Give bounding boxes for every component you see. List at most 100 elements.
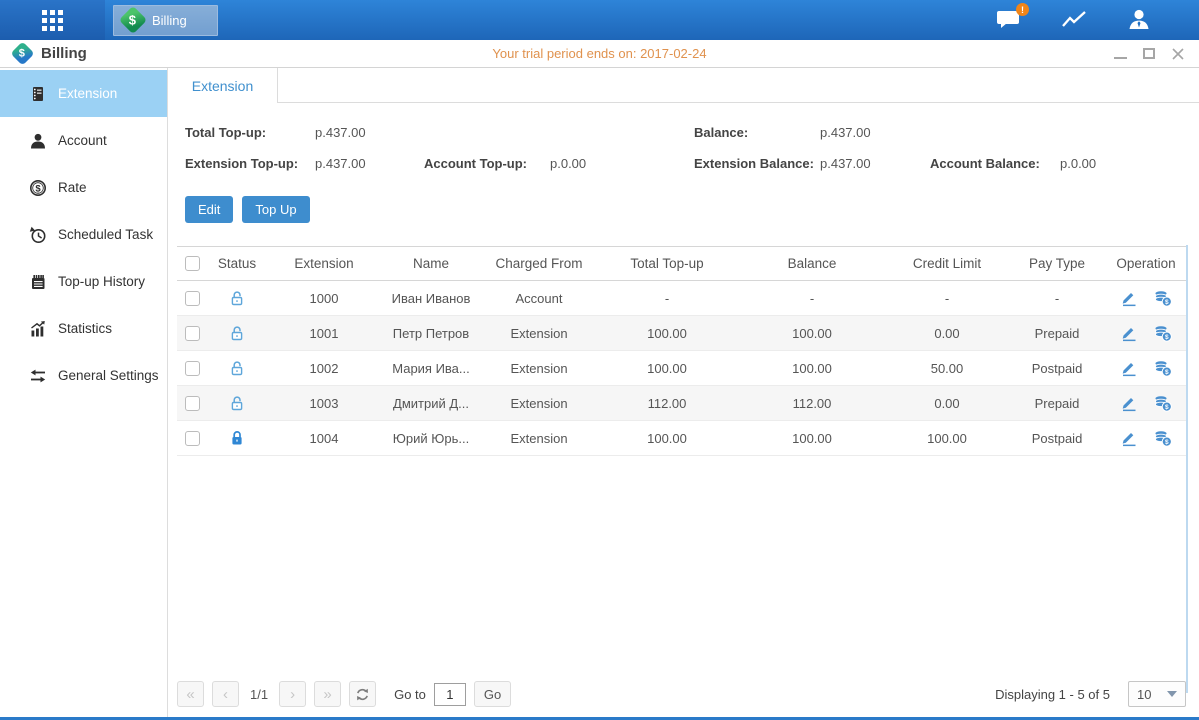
chevron-down-icon	[1167, 691, 1177, 697]
row-checkbox[interactable]	[185, 431, 200, 446]
cell-balance: 100.00	[737, 431, 887, 446]
account-balance-value: p.0.00	[1060, 156, 1096, 171]
taskbar-billing-tab[interactable]: $ Billing	[113, 5, 218, 36]
billing-app-screen: $ Billing !	[0, 0, 1199, 720]
svg-text:$: $	[1164, 299, 1168, 306]
cell-extension: 1001	[267, 326, 381, 341]
balance-value: p.437.00	[820, 125, 871, 140]
cell-balance: 112.00	[737, 396, 887, 411]
cell-credit-limit: 100.00	[887, 431, 1007, 446]
next-page-button[interactable]: ›	[279, 681, 306, 707]
account-topup-value: p.0.00	[550, 156, 586, 171]
minimize-button[interactable]	[1113, 47, 1127, 61]
refresh-icon	[355, 687, 370, 702]
status-lock-icon[interactable]	[229, 430, 245, 447]
svg-text:$: $	[1164, 404, 1168, 411]
sidebar: Extension Account $ Rate	[0, 68, 168, 717]
first-page-button[interactable]: «	[177, 681, 204, 707]
topup-icon[interactable]: $	[1153, 360, 1173, 377]
row-checkbox[interactable]	[185, 361, 200, 376]
edit-icon[interactable]	[1120, 394, 1139, 412]
refresh-button[interactable]	[349, 681, 376, 707]
extension-topup-value: p.437.00	[315, 156, 366, 171]
cell-name: Мария Ива...	[381, 361, 481, 376]
sidebar-item-general-settings[interactable]: General Settings	[0, 352, 167, 399]
table-header: Status Extension Name Charged From Total…	[177, 246, 1186, 281]
topbar-right: !	[995, 7, 1199, 33]
edit-button[interactable]: Edit	[185, 196, 233, 223]
table-body: 1000 Иван Иванов Account - - - - $	[177, 281, 1186, 456]
table-row: 1001 Петр Петров Extension 100.00 100.00…	[177, 316, 1186, 351]
sidebar-item-extension[interactable]: Extension	[0, 70, 167, 117]
sidebar-item-scheduled-task[interactable]: Scheduled Task	[0, 211, 167, 258]
sidebar-item-rate[interactable]: $ Rate	[0, 164, 167, 211]
cell-name: Юрий Юрь...	[381, 431, 481, 446]
messages-icon[interactable]: !	[995, 7, 1023, 33]
maximize-button[interactable]	[1142, 47, 1156, 61]
column-pay-type: Pay Type	[1007, 256, 1107, 271]
statistics-icon	[29, 320, 47, 338]
column-name: Name	[381, 256, 481, 271]
apps-grid-icon	[42, 10, 63, 31]
topup-icon[interactable]: $	[1153, 325, 1173, 342]
cell-pay-type: Postpaid	[1007, 361, 1107, 376]
cell-charged-from: Account	[481, 291, 597, 306]
status-lock-icon[interactable]	[229, 325, 245, 342]
edit-icon[interactable]	[1120, 359, 1139, 377]
sidebar-item-statistics[interactable]: Statistics	[0, 305, 167, 352]
sidebar-item-label: Top-up History	[58, 274, 145, 289]
status-lock-icon[interactable]	[229, 360, 245, 377]
cell-name: Дмитрий Д...	[381, 396, 481, 411]
sidebar-item-label: General Settings	[58, 368, 159, 383]
top-up-button[interactable]: Top Up	[242, 196, 309, 223]
cell-extension: 1004	[267, 431, 381, 446]
cell-credit-limit: 0.00	[887, 326, 1007, 341]
cell-total-topup: 100.00	[597, 431, 737, 446]
column-credit-limit: Credit Limit	[887, 256, 1007, 271]
cell-credit-limit: -	[887, 291, 1007, 306]
cell-total-topup: -	[597, 291, 737, 306]
user-icon[interactable]	[1125, 7, 1153, 33]
goto-page-input[interactable]	[434, 683, 466, 706]
close-button[interactable]	[1171, 47, 1185, 61]
resource-monitor-icon[interactable]	[1060, 7, 1088, 33]
sidebar-item-account[interactable]: Account	[0, 117, 167, 164]
edit-icon[interactable]	[1120, 324, 1139, 342]
tab-extension[interactable]: Extension	[168, 68, 278, 103]
topup-icon[interactable]: $	[1153, 395, 1173, 412]
balance-summary: Total Top-up:p.437.00 Balance:p.437.00 E…	[168, 103, 1199, 179]
topup-icon[interactable]: $	[1153, 290, 1173, 307]
go-button[interactable]: Go	[474, 681, 511, 707]
edit-icon[interactable]	[1120, 289, 1139, 307]
cell-pay-type: Prepaid	[1007, 396, 1107, 411]
apps-grid-button[interactable]	[0, 0, 105, 40]
row-checkbox[interactable]	[185, 326, 200, 341]
status-lock-icon[interactable]	[229, 395, 245, 412]
cell-balance: 100.00	[737, 326, 887, 341]
last-page-button[interactable]: »	[314, 681, 341, 707]
taskbar-tab-label: Billing	[152, 13, 187, 28]
column-charged-from: Charged From	[481, 256, 597, 271]
top-bar: $ Billing !	[0, 0, 1199, 40]
edit-icon[interactable]	[1120, 429, 1139, 447]
column-extension: Extension	[267, 256, 381, 271]
cell-name: Петр Петров	[381, 326, 481, 341]
extension-balance-label: Extension Balance:	[694, 156, 820, 171]
topup-icon[interactable]: $	[1153, 430, 1173, 447]
sidebar-item-topup-history[interactable]: Top-up History	[0, 258, 167, 305]
page-size-dropdown[interactable]: 10	[1128, 681, 1186, 707]
cell-charged-from: Extension	[481, 431, 597, 446]
column-status: Status	[207, 256, 267, 271]
general-settings-icon	[29, 367, 47, 385]
status-lock-icon[interactable]	[229, 290, 245, 307]
tab-strip: Extension	[168, 68, 1199, 103]
cell-total-topup: 100.00	[597, 326, 737, 341]
row-checkbox[interactable]	[185, 291, 200, 306]
total-topup-value: p.437.00	[315, 125, 366, 140]
prev-page-button[interactable]: ‹	[212, 681, 239, 707]
goto-label: Go to	[394, 687, 426, 702]
select-all-checkbox[interactable]	[185, 256, 200, 271]
column-total-topup: Total Top-up	[597, 256, 737, 271]
row-checkbox[interactable]	[185, 396, 200, 411]
scrollbar-track[interactable]	[1186, 245, 1188, 693]
